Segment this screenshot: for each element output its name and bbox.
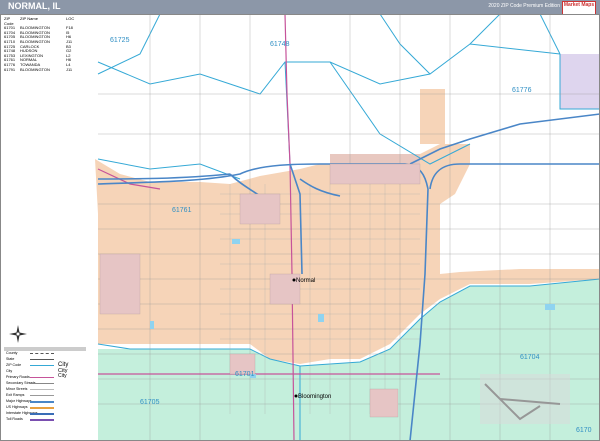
- edition-label: 2020 ZIP Code Premium Edition: [488, 3, 560, 9]
- zip-label-61776: 61776: [512, 87, 532, 94]
- legend-label: Exit Ramps: [6, 393, 25, 397]
- zip-label-61725: 61725: [110, 37, 130, 44]
- zip-label-61748: 61748: [270, 41, 290, 48]
- legend-swatch: [30, 365, 54, 368]
- logo-text: Market Maps: [563, 2, 595, 8]
- legend-city-sample: City: [58, 373, 67, 379]
- zip-label-61705: 61705: [140, 399, 160, 406]
- zip-code-table: ZIP Code ZIP Name LOC 61701 BLOOMINGTON F1…: [4, 16, 86, 73]
- title-bar: NORMAL, IL 2020 ZIP Code Premium Edition…: [0, 0, 600, 15]
- zone-normal-north: [420, 89, 445, 144]
- legend-swatch: [30, 389, 54, 390]
- legend-swatch: [30, 377, 54, 378]
- zip-label-61704: 61704: [520, 354, 540, 361]
- legend-label: ZIP Code: [6, 363, 22, 367]
- legend-label: Major Highways: [6, 399, 32, 403]
- compass-icon: [9, 325, 27, 343]
- market-maps-logo: Market Maps: [562, 1, 596, 15]
- legend-label: County: [6, 351, 18, 355]
- map-title: NORMAL, IL: [8, 1, 61, 11]
- legend-swatch: [30, 359, 54, 362]
- legend-label: Toll Roads: [6, 417, 23, 421]
- zip-label-61761: 61761: [172, 207, 192, 214]
- zone-towanda: [560, 54, 600, 109]
- map-legend: County State ZIP Code City City City Prima…: [4, 347, 86, 437]
- table-row: 61791 BLOOMINGTON J11: [4, 66, 86, 73]
- legend-label: Primary Roads: [6, 375, 30, 379]
- legend-swatch: [30, 407, 54, 409]
- legend-swatch: [30, 419, 54, 421]
- loc-cell: J11: [66, 66, 73, 72]
- legend-label: State: [6, 357, 15, 361]
- compass-rose: [9, 325, 27, 343]
- airport-area: [480, 374, 570, 424]
- legend-swatch: [30, 401, 54, 403]
- legend-swatch: [30, 413, 54, 415]
- map-canvas[interactable]: 61725 61748 61776 61761 61701 61705 6170…: [0, 14, 600, 441]
- legend-label: Minor Streets: [6, 387, 28, 391]
- legend-swatch: [30, 395, 54, 396]
- legend-label: US Highways: [6, 405, 28, 409]
- legend-swatch: [30, 353, 54, 356]
- city-label-normal: Normal: [296, 278, 315, 284]
- zip-label-61705-east: 6170: [576, 427, 592, 434]
- legend-row: Toll Roads: [4, 417, 86, 423]
- map-frame: NORMAL, IL 2020 ZIP Code Premium Edition…: [0, 0, 600, 441]
- legend-label: City: [6, 369, 13, 373]
- name-cell: BLOOMINGTON: [20, 66, 50, 72]
- zip-cell: 61791: [4, 66, 16, 72]
- legend-swatch: [30, 383, 54, 384]
- zip-label-61701: 61701: [235, 371, 255, 378]
- city-label-bloomington: Bloomington: [298, 394, 331, 400]
